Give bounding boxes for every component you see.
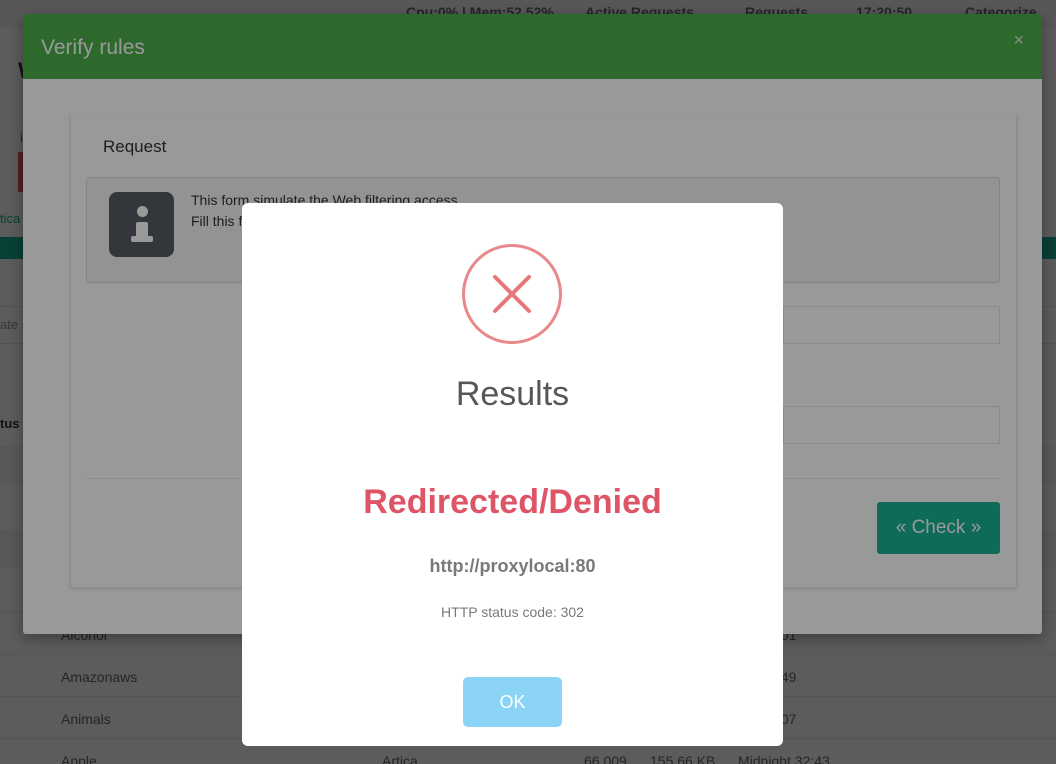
result-url: http://proxylocal:80 bbox=[429, 556, 596, 576]
results-dialog: Results Redirected/Denied http://proxylo… bbox=[242, 203, 783, 746]
result-status: Redirected/Denied bbox=[363, 483, 662, 521]
ok-button[interactable]: OK bbox=[463, 677, 562, 727]
results-title: Results bbox=[455, 375, 570, 413]
error-x-icon bbox=[462, 244, 562, 344]
http-status-code: HTTP status code: 302 bbox=[441, 604, 584, 620]
